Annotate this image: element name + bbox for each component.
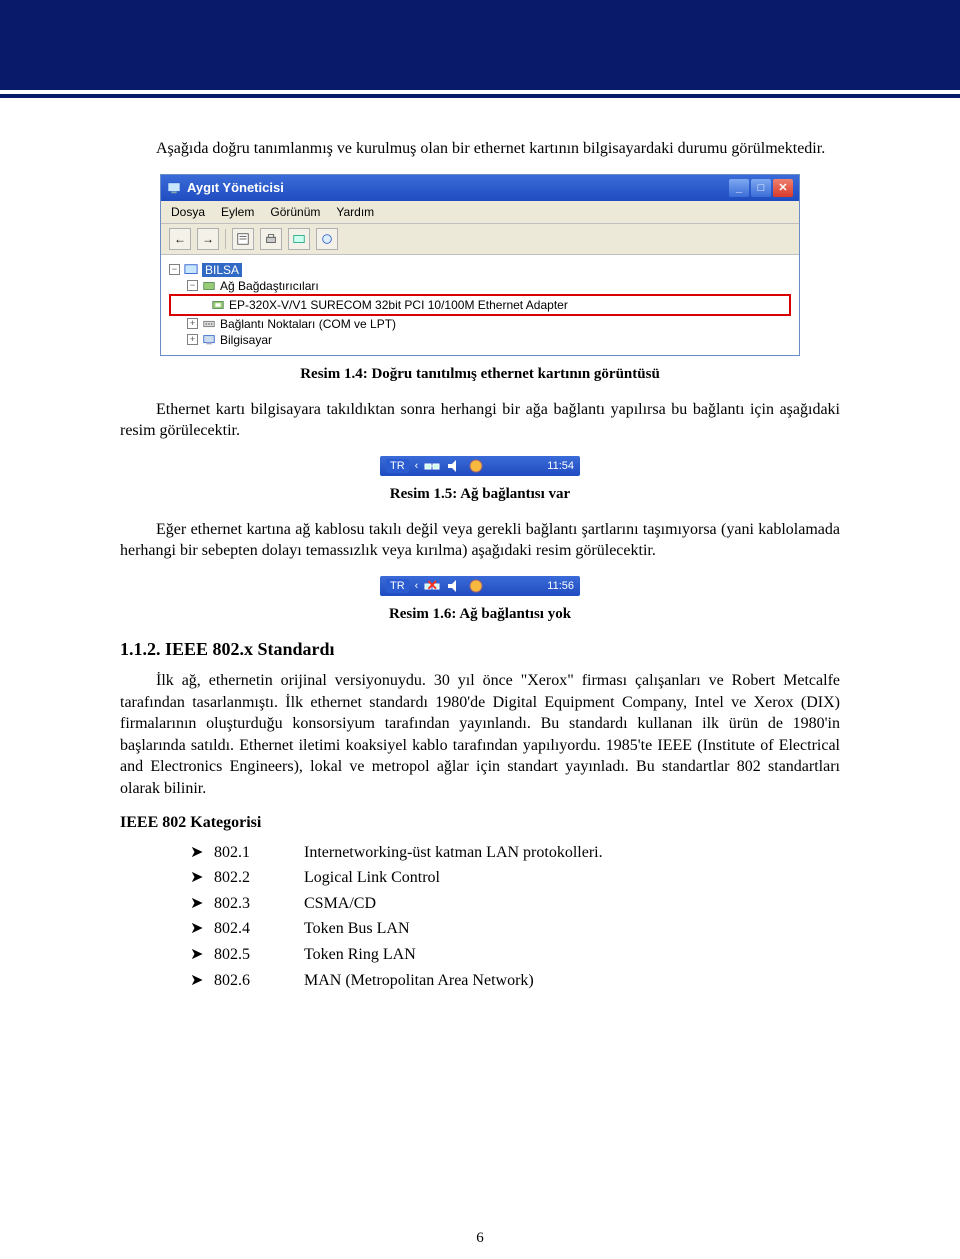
volume-icon[interactable] — [446, 458, 462, 474]
device-tree: − BILSA − Ağ Bağdaştırıcıları — [161, 255, 799, 355]
list-item: ➤ 802.6 MAN (Metropolitan Area Network) — [190, 968, 840, 994]
ieee-list: ➤ 802.1 Internetworking-üst katman LAN p… — [190, 840, 840, 994]
bullet-arrow-icon: ➤ — [190, 891, 214, 917]
tray-app-icon[interactable] — [468, 458, 484, 474]
minimize-button[interactable]: _ — [729, 179, 749, 197]
ieee-code: 802.6 — [214, 968, 304, 994]
toolbar-separator — [225, 229, 226, 249]
caption-1-4: Resim 1.4: Doğru tanıtılmış ethernet kar… — [120, 366, 840, 383]
intro-paragraph: Aşağıda doğru tanımlanmış ve kurulmuş ol… — [120, 138, 840, 160]
tree-node-adapter[interactable]: EP-320X-V/V1 SURECOM 32bit PCI 10/100M E… — [171, 297, 789, 313]
header-band — [0, 0, 960, 90]
tree-root-label: BILSA — [202, 263, 242, 277]
system-tray-disconnected: TR ‹ ✕ 11:56 — [380, 576, 580, 596]
bullet-arrow-icon: ➤ — [190, 942, 214, 968]
tree-node-label: Bağlantı Noktaları (COM ve LPT) — [220, 317, 396, 331]
page-number: 6 — [0, 1230, 960, 1247]
caption-1-5: Resim 1.5: Ağ bağlantısı var — [120, 486, 840, 503]
ieee-code: 802.3 — [214, 891, 304, 917]
titlebar-left: Aygıt Yöneticisi — [167, 180, 284, 195]
tray-clock: 11:56 — [547, 580, 574, 592]
device-manager-window: Aygıt Yöneticisi _ □ ✕ Dosya Eylem Görün… — [160, 174, 800, 356]
paragraph-after-1-5: Eğer ethernet kartına ağ kablosu takılı … — [120, 519, 840, 562]
tree-node-computer[interactable]: + Bilgisayar — [169, 332, 791, 348]
bullet-arrow-icon: ➤ — [190, 865, 214, 891]
disconnected-x-icon: ✕ — [426, 577, 438, 594]
tray-chevron-icon[interactable]: ‹ — [415, 460, 419, 472]
window-title: Aygıt Yöneticisi — [187, 180, 284, 195]
adapter-label: EP-320X-V/V1 SURECOM 32bit PCI 10/100M E… — [229, 298, 568, 312]
page: Aşağıda doğru tanımlanmış ve kurulmuş ol… — [0, 0, 960, 1259]
list-item: ➤ 802.3 CSMA/CD — [190, 891, 840, 917]
list-item: ➤ 802.2 Logical Link Control — [190, 865, 840, 891]
tray-language[interactable]: TR — [386, 579, 409, 593]
close-button[interactable]: ✕ — [773, 179, 793, 197]
system-tray-connected: TR ‹ 11:54 — [380, 456, 580, 476]
properties-button[interactable] — [232, 228, 254, 250]
back-button[interactable]: ← — [169, 228, 191, 250]
computer-icon — [184, 263, 198, 277]
window-buttons: _ □ ✕ — [729, 179, 793, 197]
menu-action[interactable]: Eylem — [221, 205, 254, 219]
menu-view[interactable]: Görünüm — [270, 205, 320, 219]
network-connected-icon[interactable] — [424, 458, 440, 474]
bullet-arrow-icon: ➤ — [190, 840, 214, 866]
ieee-heading: IEEE 802 Kategorisi — [120, 814, 840, 832]
tree-node-network-adapters[interactable]: − Ağ Bağdaştırıcıları — [169, 278, 791, 294]
section-title: 1.1.2. IEEE 802.x Standardı — [120, 639, 840, 660]
ieee-code: 802.5 — [214, 942, 304, 968]
ieee-desc: Token Ring LAN — [304, 942, 840, 968]
collapse-icon[interactable]: − — [169, 264, 180, 275]
paragraph-after-1-4: Ethernet kartı bilgisayara takıldıktan s… — [120, 399, 840, 442]
list-item: ➤ 802.4 Token Bus LAN — [190, 916, 840, 942]
ports-icon — [202, 317, 216, 331]
ethernet-adapter-icon — [211, 298, 225, 312]
menubar: Dosya Eylem Görünüm Yardım — [161, 201, 799, 224]
caption-1-6: Resim 1.6: Ağ bağlantısı yok — [120, 606, 840, 623]
ieee-desc: MAN (Metropolitan Area Network) — [304, 968, 840, 994]
ieee-desc: Logical Link Control — [304, 865, 840, 891]
section-paragraph: İlk ağ, ethernetin orijinal versiyonuydu… — [120, 670, 840, 800]
highlighted-adapter-row: EP-320X-V/V1 SURECOM 32bit PCI 10/100M E… — [169, 294, 791, 316]
computer-node-icon — [202, 333, 216, 347]
tray-language[interactable]: TR — [386, 459, 409, 473]
tray-chevron-icon[interactable]: ‹ — [415, 580, 419, 592]
ieee-code: 802.4 — [214, 916, 304, 942]
tree-node-ports[interactable]: + Bağlantı Noktaları (COM ve LPT) — [169, 316, 791, 332]
menu-file[interactable]: Dosya — [171, 205, 205, 219]
toolbar: ← → — [161, 224, 799, 255]
network-adapter-group-icon — [202, 279, 216, 293]
network-disconnected-icon[interactable]: ✕ — [424, 578, 440, 594]
ieee-desc: CSMA/CD — [304, 891, 840, 917]
expand-icon[interactable]: + — [187, 318, 198, 329]
bullet-arrow-icon: ➤ — [190, 968, 214, 994]
tree-node-label: Bilgisayar — [220, 333, 272, 347]
bullet-arrow-icon: ➤ — [190, 916, 214, 942]
device-manager-icon — [167, 181, 181, 195]
maximize-button[interactable]: □ — [751, 179, 771, 197]
window-titlebar: Aygıt Yöneticisi _ □ ✕ — [161, 175, 799, 201]
forward-button[interactable]: → — [197, 228, 219, 250]
ieee-code: 802.2 — [214, 865, 304, 891]
list-item: ➤ 802.5 Token Ring LAN — [190, 942, 840, 968]
ieee-desc: Token Bus LAN — [304, 916, 840, 942]
ieee-code: 802.1 — [214, 840, 304, 866]
tree-node-label: Ağ Bağdaştırıcıları — [220, 279, 319, 293]
tree-root[interactable]: − BILSA — [169, 262, 791, 278]
expand-icon[interactable]: + — [187, 334, 198, 345]
show-hidden-button[interactable] — [316, 228, 338, 250]
list-item: ➤ 802.1 Internetworking-üst katman LAN p… — [190, 840, 840, 866]
volume-icon[interactable] — [446, 578, 462, 594]
collapse-icon[interactable]: − — [187, 280, 198, 291]
content-area: Aşağıda doğru tanımlanmış ve kurulmuş ol… — [0, 98, 960, 993]
tray-clock: 11:54 — [547, 460, 574, 472]
scan-hardware-button[interactable] — [288, 228, 310, 250]
ieee-desc: Internetworking-üst katman LAN protokoll… — [304, 840, 840, 866]
tray-app-icon[interactable] — [468, 578, 484, 594]
menu-help[interactable]: Yardım — [336, 205, 374, 219]
print-button[interactable] — [260, 228, 282, 250]
